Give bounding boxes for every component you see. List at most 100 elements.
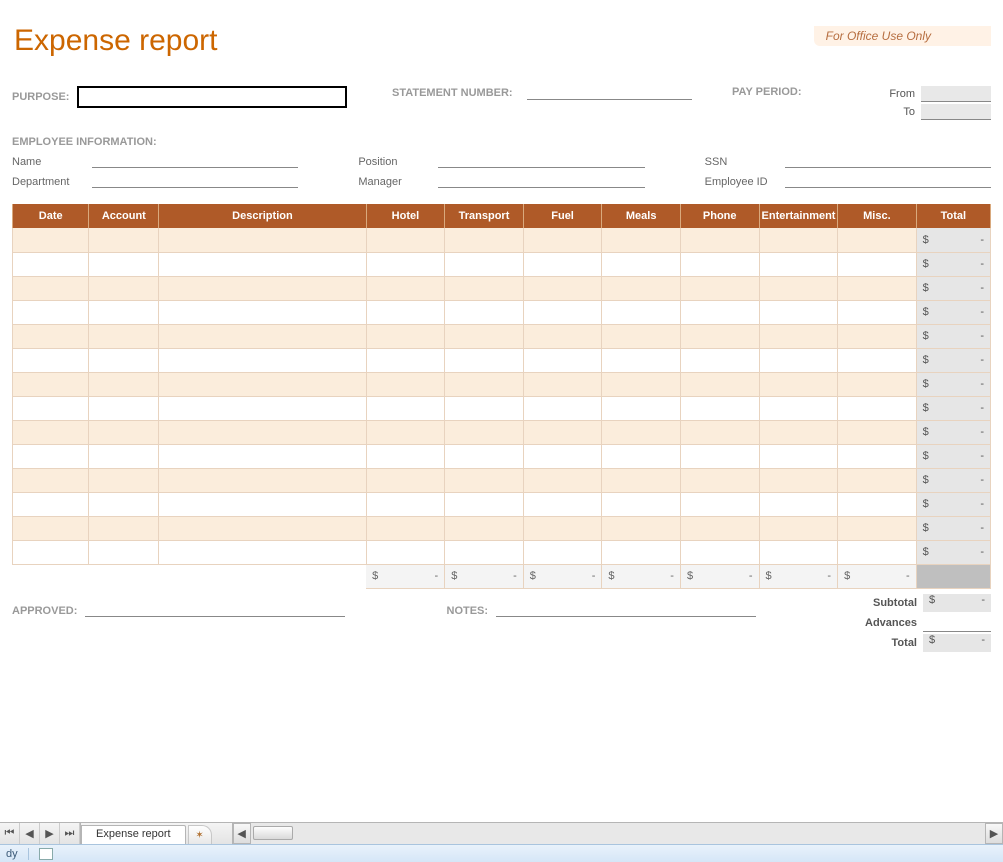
- cell[interactable]: [159, 324, 366, 348]
- cell[interactable]: [680, 468, 759, 492]
- cell[interactable]: [759, 468, 838, 492]
- scroll-right-button[interactable]: ▶: [985, 823, 1003, 844]
- cell[interactable]: [680, 396, 759, 420]
- cell[interactable]: [680, 348, 759, 372]
- cell[interactable]: [680, 228, 759, 252]
- last-sheet-button[interactable]: ⏭: [60, 823, 80, 844]
- cell[interactable]: [759, 396, 838, 420]
- department-input[interactable]: [92, 172, 298, 188]
- cell[interactable]: [445, 420, 524, 444]
- cell[interactable]: [523, 444, 602, 468]
- cell[interactable]: [759, 540, 838, 564]
- cell[interactable]: [523, 228, 602, 252]
- cell[interactable]: [602, 252, 681, 276]
- cell[interactable]: [445, 228, 524, 252]
- cell[interactable]: [445, 276, 524, 300]
- cell[interactable]: [89, 468, 159, 492]
- cell[interactable]: [13, 540, 89, 564]
- cell[interactable]: [89, 540, 159, 564]
- cell[interactable]: [680, 540, 759, 564]
- cell[interactable]: [602, 396, 681, 420]
- cell[interactable]: [89, 372, 159, 396]
- cell[interactable]: [89, 300, 159, 324]
- cell[interactable]: [445, 540, 524, 564]
- statement-number-input[interactable]: [527, 86, 692, 100]
- cell[interactable]: [366, 444, 445, 468]
- cell[interactable]: [838, 252, 917, 276]
- cell[interactable]: [13, 252, 89, 276]
- notes-input[interactable]: [496, 601, 756, 617]
- purpose-input[interactable]: [77, 86, 347, 108]
- cell[interactable]: [523, 540, 602, 564]
- cell[interactable]: [680, 324, 759, 348]
- cell[interactable]: [838, 420, 917, 444]
- cell[interactable]: [680, 420, 759, 444]
- cell[interactable]: [759, 492, 838, 516]
- cell[interactable]: [680, 372, 759, 396]
- cell[interactable]: [602, 348, 681, 372]
- to-date-input[interactable]: [921, 104, 991, 120]
- sheet-tab-expense-report[interactable]: Expense report: [81, 825, 186, 844]
- cell[interactable]: [159, 444, 366, 468]
- cell[interactable]: [13, 300, 89, 324]
- cell[interactable]: [680, 492, 759, 516]
- cell[interactable]: [13, 348, 89, 372]
- cell[interactable]: [445, 444, 524, 468]
- cell[interactable]: [838, 372, 917, 396]
- cell[interactable]: [89, 420, 159, 444]
- cell[interactable]: [445, 396, 524, 420]
- cell[interactable]: [366, 516, 445, 540]
- cell[interactable]: [159, 540, 366, 564]
- cell[interactable]: [13, 468, 89, 492]
- cell[interactable]: [759, 444, 838, 468]
- cell[interactable]: [759, 228, 838, 252]
- cell[interactable]: [159, 252, 366, 276]
- cell[interactable]: [523, 324, 602, 348]
- prev-sheet-button[interactable]: ◀: [20, 823, 40, 844]
- cell[interactable]: [445, 348, 524, 372]
- cell[interactable]: [445, 492, 524, 516]
- cell[interactable]: [838, 468, 917, 492]
- cell[interactable]: [838, 492, 917, 516]
- cell[interactable]: [89, 444, 159, 468]
- cell[interactable]: [13, 444, 89, 468]
- cell[interactable]: [838, 276, 917, 300]
- cell[interactable]: [759, 516, 838, 540]
- cell[interactable]: [159, 372, 366, 396]
- cell[interactable]: [602, 372, 681, 396]
- cell[interactable]: [838, 324, 917, 348]
- cell[interactable]: [523, 516, 602, 540]
- cell[interactable]: [159, 492, 366, 516]
- cell[interactable]: [366, 300, 445, 324]
- from-date-input[interactable]: [921, 86, 991, 102]
- cell[interactable]: [13, 372, 89, 396]
- cell[interactable]: [159, 228, 366, 252]
- cell[interactable]: [89, 276, 159, 300]
- cell[interactable]: [366, 252, 445, 276]
- cell[interactable]: [366, 372, 445, 396]
- cell[interactable]: [89, 252, 159, 276]
- cell[interactable]: [680, 516, 759, 540]
- cell[interactable]: [445, 372, 524, 396]
- employee-id-input[interactable]: [785, 172, 991, 188]
- cell[interactable]: [366, 228, 445, 252]
- cell[interactable]: [680, 300, 759, 324]
- cell[interactable]: [523, 252, 602, 276]
- cell[interactable]: [89, 396, 159, 420]
- cell[interactable]: [523, 300, 602, 324]
- cell[interactable]: [366, 324, 445, 348]
- cell[interactable]: [445, 252, 524, 276]
- cell[interactable]: [159, 300, 366, 324]
- cell[interactable]: [838, 516, 917, 540]
- cell[interactable]: [366, 420, 445, 444]
- cell[interactable]: [366, 396, 445, 420]
- cell[interactable]: [13, 396, 89, 420]
- cell[interactable]: [759, 348, 838, 372]
- cell[interactable]: [759, 252, 838, 276]
- cell[interactable]: [159, 276, 366, 300]
- ssn-input[interactable]: [785, 152, 991, 168]
- cell[interactable]: [89, 324, 159, 348]
- cell[interactable]: [602, 492, 681, 516]
- cell[interactable]: [159, 348, 366, 372]
- position-input[interactable]: [438, 152, 644, 168]
